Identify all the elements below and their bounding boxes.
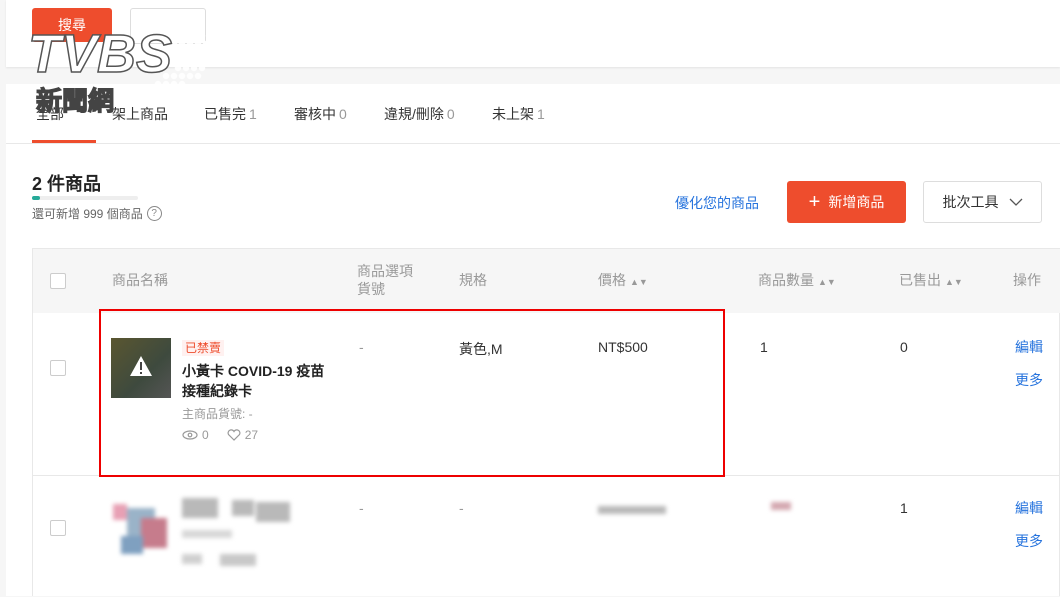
header-stock-label: 商品數量 <box>758 272 814 288</box>
tab-count: 0 <box>339 106 347 122</box>
tab-count: 1 <box>249 106 257 122</box>
logo-subtext: 新聞網 <box>36 86 114 116</box>
row-checkbox[interactable] <box>50 520 66 536</box>
chevron-down-icon <box>1009 198 1022 206</box>
tvbs-logo: TVBS 新聞網 <box>28 16 210 116</box>
tab-unlisted[interactable]: 未上架 1 <box>492 104 545 124</box>
spec-value: - <box>459 500 464 516</box>
tab-reviewing[interactable]: 審核中 0 <box>294 104 347 124</box>
tab-label: 未上架 <box>492 106 534 122</box>
sold-value: 1 <box>900 500 908 516</box>
stock-value: 1 <box>760 339 768 355</box>
tab-label: 違規/刪除 <box>384 106 444 122</box>
batch-tools-label: 批次工具 <box>942 194 999 210</box>
header-spec: 規格 <box>459 272 487 288</box>
quota-progress-bar <box>32 196 138 200</box>
header-option-sku-line2: 貨號 <box>357 281 385 297</box>
optimize-products-link[interactable]: 優化您的商品 <box>675 193 759 213</box>
more-link[interactable]: 更多 <box>1015 531 1043 551</box>
row-checkbox[interactable] <box>50 360 66 376</box>
edit-link[interactable]: 編輯 <box>1015 498 1043 518</box>
highlight-box <box>99 309 725 477</box>
header-price[interactable]: 價格 ▲▼ <box>598 271 648 291</box>
product-thumbnail-blurred[interactable] <box>111 496 173 558</box>
stock-blurred <box>771 502 791 510</box>
tab-count: 1 <box>537 106 545 122</box>
table-row: - - 1 編輯 更多 <box>33 476 1060 597</box>
header-name: 商品名稱 <box>112 272 168 288</box>
price-blurred <box>598 506 666 516</box>
tabs-divider <box>6 143 1060 144</box>
edit-link[interactable]: 編輯 <box>1015 337 1043 357</box>
tab-count: 0 <box>446 106 455 122</box>
header-sold-label: 已售出 <box>899 272 941 288</box>
plus-icon: + <box>808 191 821 213</box>
quota-progress-fill <box>32 196 41 200</box>
product-name-blurred <box>182 498 302 568</box>
sort-icon: ▲▼ <box>630 277 648 287</box>
sort-icon: ▲▼ <box>818 277 836 287</box>
more-link[interactable]: 更多 <box>1015 370 1043 390</box>
tab-violation[interactable]: 違規/刪除 0 <box>384 104 455 124</box>
add-product-label: 新增商品 <box>828 194 885 210</box>
product-count-title: 2 件商品 <box>32 174 102 194</box>
help-icon[interactable]: ? <box>146 206 162 221</box>
quota-info: 還可新增 999 個商品 ? <box>32 205 162 222</box>
header-stock[interactable]: 商品數量 ▲▼ <box>758 271 836 291</box>
select-all-checkbox[interactable] <box>50 273 66 289</box>
sort-icon: ▲▼ <box>945 277 963 287</box>
quota-text: 還可新增 999 個商品 <box>32 207 143 221</box>
header-price-label: 價格 <box>598 272 626 288</box>
header-option-sku: 商品選項 貨號 <box>357 262 413 298</box>
add-product-button[interactable]: + 新增商品 <box>787 181 906 223</box>
logo-text: TVBS <box>28 24 172 84</box>
table-header: 商品名稱 商品選項 貨號 規格 價格 ▲▼ 商品數量 ▲▼ 已售出 ▲▼ 操作 <box>33 249 1060 313</box>
sold-value: 0 <box>900 339 908 355</box>
batch-tools-dropdown[interactable]: 批次工具 <box>923 181 1042 223</box>
tab-label: 審核中 <box>294 106 336 122</box>
header-ops: 操作 <box>1013 272 1041 288</box>
option-sku: - <box>359 500 364 516</box>
header-sold[interactable]: 已售出 ▲▼ <box>899 271 963 291</box>
header-option-sku-line1: 商品選項 <box>357 263 413 279</box>
